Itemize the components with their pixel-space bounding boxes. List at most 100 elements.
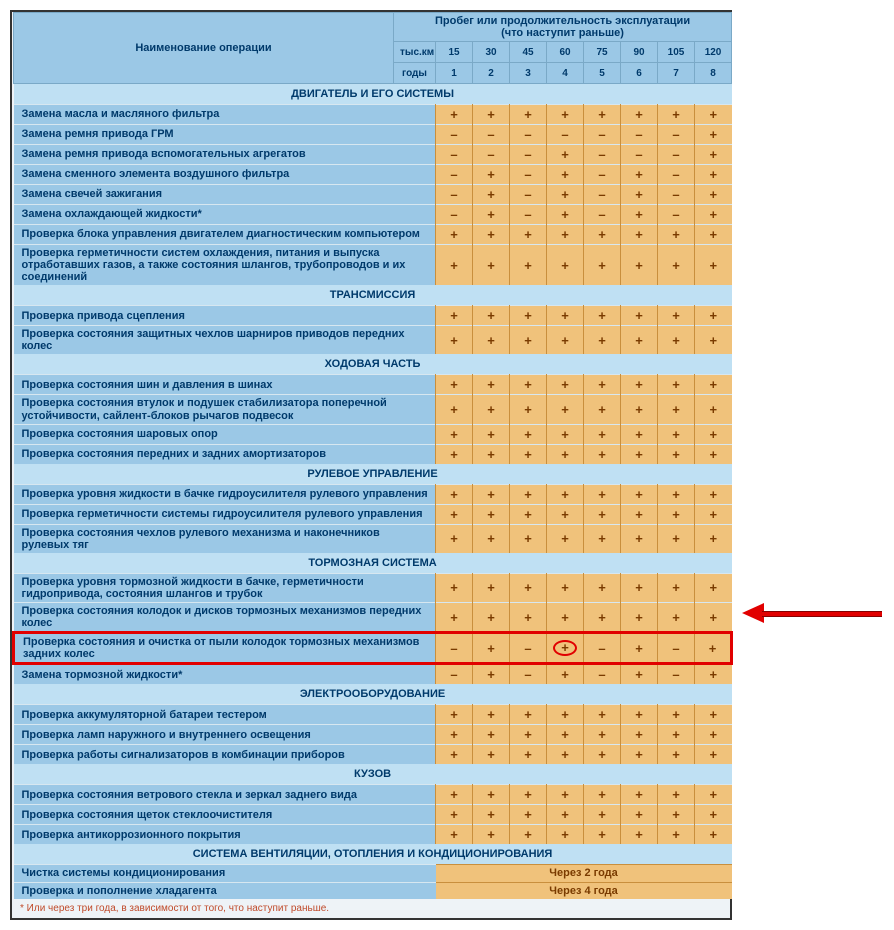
km-col: 60 bbox=[547, 42, 584, 63]
value-cell: + bbox=[658, 245, 695, 286]
value-cell: – bbox=[621, 145, 658, 165]
operation-name: Замена ремня привода вспомогательных агр… bbox=[14, 145, 436, 165]
value-cell: + bbox=[621, 524, 658, 553]
value-cell: + bbox=[547, 205, 584, 225]
value-cell: + bbox=[510, 395, 547, 424]
value-cell: + bbox=[547, 444, 584, 464]
value-cell: – bbox=[510, 664, 547, 685]
table-row: Проверка состояния и очистка от пыли кол… bbox=[14, 633, 732, 664]
table-row: Замена тормозной жидкости*–+–+–+–+ bbox=[14, 664, 732, 685]
section-header: РУЛЕВОЕ УПРАВЛЕНИЕ bbox=[14, 464, 732, 485]
value-cell: + bbox=[547, 603, 584, 633]
year-col: 8 bbox=[695, 63, 732, 84]
operation-name: Проверка состояния ветрового стекла и зе… bbox=[14, 785, 436, 805]
value-cell: + bbox=[621, 664, 658, 685]
value-cell: + bbox=[473, 395, 510, 424]
value-cell: + bbox=[473, 326, 510, 355]
value-cell: + bbox=[658, 444, 695, 464]
operation-name: Замена тормозной жидкости* bbox=[14, 664, 436, 685]
value-cell: + bbox=[584, 504, 621, 524]
value-cell: – bbox=[658, 664, 695, 685]
km-col: 15 bbox=[436, 42, 473, 63]
value-cell: + bbox=[547, 105, 584, 125]
value-cell: + bbox=[436, 105, 473, 125]
table-row: Проверка состояния передних и задних амо… bbox=[14, 444, 732, 464]
section-header: ХОДОВАЯ ЧАСТЬ bbox=[14, 354, 732, 375]
value-cell: + bbox=[621, 725, 658, 745]
value-cell: + bbox=[473, 165, 510, 185]
value-cell: + bbox=[510, 225, 547, 245]
table-row: Замена свечей зажигания–+–+–+–+ bbox=[14, 185, 732, 205]
value-cell: + bbox=[510, 245, 547, 286]
value-cell: – bbox=[436, 205, 473, 225]
value-cell: + bbox=[584, 573, 621, 602]
operation-name: Проверка состояния и очистка от пыли кол… bbox=[14, 633, 436, 664]
operation-name: Проверка аккумуляторной батареи тестером bbox=[14, 705, 436, 725]
km-label: тыс.км bbox=[394, 42, 436, 63]
table-row: Проверка блока управления двигателем диа… bbox=[14, 225, 732, 245]
value-cell: + bbox=[473, 306, 510, 326]
operation-name: Замена охлаждающей жидкости* bbox=[14, 205, 436, 225]
value-cell: + bbox=[547, 725, 584, 745]
value-cell: + bbox=[621, 633, 658, 664]
value-cell: + bbox=[473, 185, 510, 205]
value-cell: + bbox=[621, 484, 658, 504]
value-cell: – bbox=[658, 185, 695, 205]
value-cell: + bbox=[473, 375, 510, 395]
operation-name: Проверка состояния шаровых опор bbox=[14, 424, 436, 444]
value-cell: + bbox=[658, 705, 695, 725]
value-cell: + bbox=[473, 633, 510, 664]
value-cell: + bbox=[436, 745, 473, 765]
value-cell: + bbox=[658, 424, 695, 444]
table-row: Проверка состояния шаровых опор++++++++ bbox=[14, 424, 732, 444]
year-col: 7 bbox=[658, 63, 695, 84]
value-cell: + bbox=[621, 573, 658, 602]
footnote: * Или через три года, в зависимости от т… bbox=[12, 899, 730, 918]
value-cell: – bbox=[436, 185, 473, 205]
value-cell: – bbox=[436, 125, 473, 145]
km-col: 120 bbox=[695, 42, 732, 63]
value-cell: + bbox=[547, 573, 584, 602]
maintenance-table: Наименование операции Пробег или продолж… bbox=[10, 10, 732, 920]
value-cell: + bbox=[695, 326, 732, 355]
value-cell: – bbox=[510, 633, 547, 664]
value-cell: + bbox=[621, 745, 658, 765]
value-cell: + bbox=[584, 825, 621, 845]
value-cell: + bbox=[436, 484, 473, 504]
value-cell: + bbox=[621, 785, 658, 805]
value-cell: + bbox=[473, 205, 510, 225]
value-cell: + bbox=[436, 245, 473, 286]
value-cell: + bbox=[547, 805, 584, 825]
value-cell: + bbox=[436, 306, 473, 326]
value-cell: + bbox=[621, 504, 658, 524]
value-cell: – bbox=[510, 165, 547, 185]
operation-name: Замена ремня привода ГРМ bbox=[14, 125, 436, 145]
value-cell: + bbox=[584, 424, 621, 444]
value-cell: + bbox=[547, 524, 584, 553]
value-cell: + bbox=[658, 395, 695, 424]
value-cell: – bbox=[547, 125, 584, 145]
value-cell: + bbox=[695, 484, 732, 504]
value-cell: + bbox=[658, 225, 695, 245]
value-cell: + bbox=[436, 225, 473, 245]
value-cell: + bbox=[547, 185, 584, 205]
operation-name: Замена сменного элемента воздушного филь… bbox=[14, 165, 436, 185]
table-row: Замена ремня привода вспомогательных агр… bbox=[14, 145, 732, 165]
value-cell: + bbox=[695, 185, 732, 205]
value-cell: + bbox=[584, 444, 621, 464]
value-cell: + bbox=[473, 603, 510, 633]
operation-name: Проверка и пополнение хладагента bbox=[14, 882, 436, 899]
table-row: Проверка герметичности систем охлаждения… bbox=[14, 245, 732, 286]
value-cell: + bbox=[547, 633, 584, 664]
operation-name: Проверка блока управления двигателем диа… bbox=[14, 225, 436, 245]
value-cell: – bbox=[436, 633, 473, 664]
km-col: 90 bbox=[621, 42, 658, 63]
value-cell: – bbox=[473, 125, 510, 145]
value-cell: + bbox=[621, 375, 658, 395]
value-cell: + bbox=[473, 664, 510, 685]
value-cell: + bbox=[621, 245, 658, 286]
value-cell: + bbox=[436, 603, 473, 633]
value-cell: + bbox=[584, 705, 621, 725]
operation-name: Проверка работы сигнализаторов в комбина… bbox=[14, 745, 436, 765]
value-cell: + bbox=[436, 825, 473, 845]
